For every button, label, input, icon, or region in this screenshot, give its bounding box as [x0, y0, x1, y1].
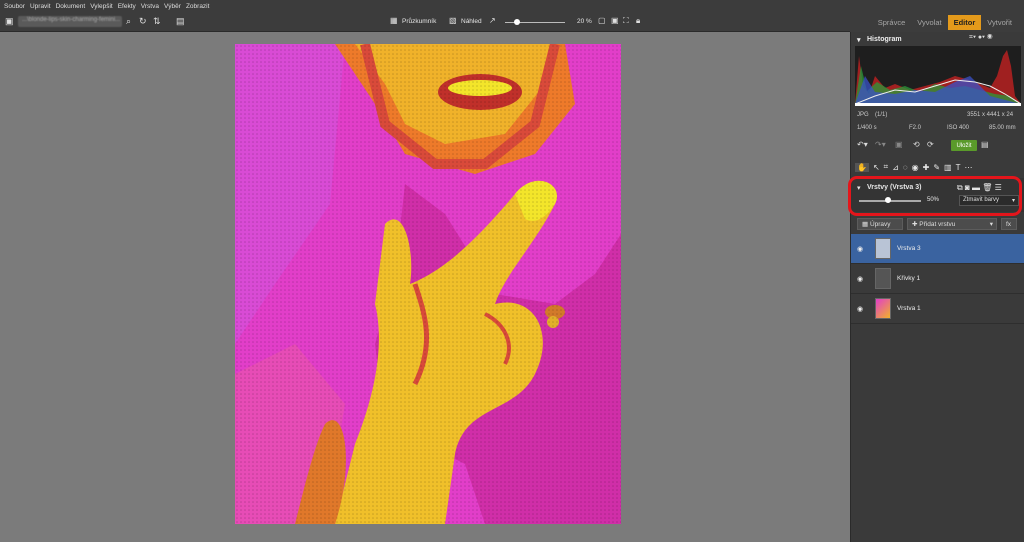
explorer-icon: ▦ [390, 16, 398, 25]
layer-name: Vrstva 1 [897, 305, 921, 312]
layer-row[interactable]: ◉ Vrstva 3 [851, 234, 1024, 264]
eye-icon[interactable]: ◉ [857, 305, 863, 313]
plus-icon: ✚ [912, 221, 920, 228]
layer-row[interactable]: ◉ Vrstva 1 [851, 294, 1024, 324]
zoom-level: 20 % [577, 18, 592, 25]
brush-tool-icon[interactable]: ✎ [933, 163, 940, 172]
adjustments-label: Úpravy [869, 220, 891, 228]
save-as-icon[interactable]: ▤ [981, 140, 989, 149]
zoom-slider-knob[interactable] [514, 19, 520, 25]
preview-button[interactable]: Náhled [461, 18, 482, 25]
layer-thumbnail [875, 298, 891, 319]
menu-vrstva[interactable]: Vrstva [141, 3, 159, 10]
fit-screen-icon[interactable]: ▣ [611, 16, 619, 25]
tab-spravce[interactable]: Správce [872, 15, 912, 30]
crop-tool-icon[interactable]: ⌗ [884, 162, 889, 172]
lock-icon[interactable]: 🔒︎ [636, 16, 640, 26]
right-panel: ▾ Histogram ⌗▾ ●▾ ◉ JPG (1/1) 3551 x 444… [850, 32, 1024, 542]
rotate-right-icon[interactable]: ⟳ [927, 140, 934, 149]
path-field[interactable]: ...\blonde-lips-skin-charming-femini... [18, 16, 122, 27]
fit-1-1-icon[interactable]: ▢ [598, 16, 606, 25]
fullscreen-icon[interactable]: ⛶ [623, 16, 629, 26]
iso: ISO 400 [947, 125, 970, 131]
menu-zobrazit[interactable]: Zobrazit [186, 3, 209, 10]
history-icon[interactable]: ▣ [895, 140, 903, 149]
external-icon[interactable]: ↗ [489, 16, 496, 25]
layer-thumbnail [875, 238, 891, 259]
more-tools-icon[interactable]: ⋯ [965, 163, 973, 172]
add-layer-label: Přidat vrstvu [919, 220, 956, 228]
new-folder-icon[interactable]: ▤ [176, 16, 185, 27]
text-tool-icon[interactable]: T [956, 163, 961, 172]
edited-photo[interactable] [235, 44, 621, 524]
add-layer-button[interactable]: ✚ Přidat vrstvu ▾ [907, 218, 997, 230]
sort-icon[interactable]: ⇅ [153, 16, 161, 27]
tool-strip: ✋ ↖ ⌗ ⊿ ◌ ◉ ✚ ✎ ▥ T ⋯ [855, 160, 1021, 174]
histogram-title: Histogram [867, 36, 902, 43]
undo-icon[interactable]: ↶▾ [857, 140, 868, 149]
fx-button[interactable]: fx [1001, 218, 1017, 230]
clone-tool-icon[interactable]: ✚ [923, 163, 930, 172]
save-button[interactable]: Uložit [951, 140, 977, 151]
chevron-down-icon: ▾ [989, 221, 993, 228]
highlight-annotation [848, 176, 1022, 216]
hand-tool-icon[interactable]: ✋ [855, 162, 869, 172]
tab-vyvolat[interactable]: Vyvolat [911, 15, 947, 30]
curves-thumbnail [875, 268, 891, 289]
layer-row[interactable]: ◉ Křivky 1 [851, 264, 1024, 294]
straighten-tool-icon[interactable]: ⊿ [892, 163, 899, 172]
histogram-options-icon[interactable]: ⌗▾ ●▾ ◉ [969, 34, 992, 42]
shutter-speed: 1/400 s [857, 125, 877, 131]
layer-name: Křivky 1 [897, 275, 921, 282]
menu-vylepsit[interactable]: Vylepšit [90, 3, 113, 10]
redo-icon[interactable]: ↷▾ [875, 140, 886, 149]
menu-vyber[interactable]: Výběr [164, 3, 181, 10]
mode-tabs: Správce Vyvolat Editor Vytvořit [850, 12, 1024, 32]
preview-icon: ▧ [449, 16, 457, 25]
view-mode-select[interactable]: Průzkumník [402, 18, 436, 25]
lasso-tool-icon[interactable]: ◌ [903, 163, 908, 172]
rotate-left-icon[interactable]: ⟲ [913, 140, 920, 149]
eye-icon[interactable]: ◉ [857, 245, 863, 253]
folder-icon[interactable]: ▣ [5, 16, 14, 27]
tab-vytvorit[interactable]: Vytvořit [981, 15, 1018, 30]
menu-dokument[interactable]: Dokument [56, 3, 86, 10]
gradient-tool-icon[interactable]: ▥ [944, 163, 952, 172]
aperture: F2.0 [909, 125, 922, 131]
adjustments-button[interactable]: ▦ Úpravy [857, 218, 903, 230]
search-icon[interactable]: ⌕ [126, 16, 131, 27]
layer-name: Vrstva 3 [897, 245, 921, 252]
select-tool-icon[interactable]: ↖ [873, 163, 880, 172]
eye-icon[interactable]: ◉ [857, 275, 863, 283]
histogram-graph [854, 46, 1022, 106]
menu-upravit[interactable]: Upravit [30, 3, 51, 10]
refresh-icon[interactable]: ↻ [139, 16, 147, 27]
photo-image [235, 44, 621, 524]
redeye-tool-icon[interactable]: ◉ [912, 163, 919, 172]
image-dimensions: 3551 x 4441 x 24 [967, 112, 1014, 118]
menu-bar: Soubor Upravit Dokument Vylepšit Efekty … [0, 0, 1024, 12]
histogram-title-arrow[interactable]: ▾ [857, 36, 861, 44]
adjustments-icon: ▦ [862, 221, 870, 228]
menu-soubor[interactable]: Soubor [4, 3, 25, 10]
menu-efekty[interactable]: Efekty [118, 3, 136, 10]
file-format: JPG [857, 112, 869, 118]
toolbar: ▣ ...\blonde-lips-skin-charming-femini..… [0, 12, 850, 32]
focal-length: 85.00 mm [989, 125, 1016, 131]
file-count: (1/1) [875, 112, 888, 118]
tab-editor[interactable]: Editor [947, 14, 982, 30]
